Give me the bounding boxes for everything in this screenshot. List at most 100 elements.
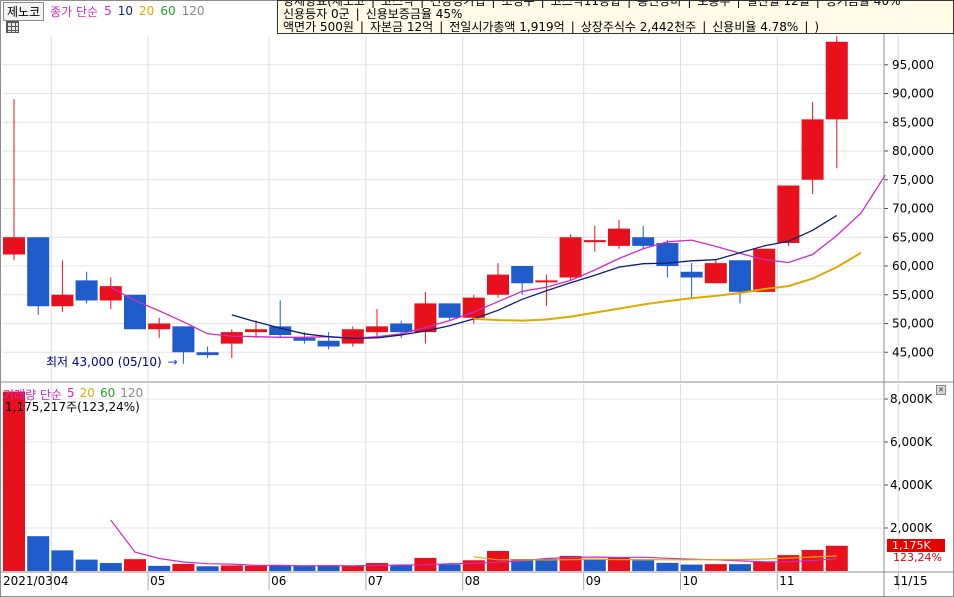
candle-body: [245, 329, 267, 333]
price-ma10-period: 10: [117, 4, 134, 18]
candle-body: [801, 119, 824, 180]
candle-body: [220, 332, 243, 344]
candle-body: [583, 240, 606, 243]
price-ma60-period: 60: [160, 4, 176, 18]
volume-bar: [680, 564, 703, 571]
candle-body: [753, 248, 776, 292]
price-tick-label: 85,000: [892, 115, 934, 129]
volume-bar: [462, 560, 485, 571]
volume-bar: [196, 566, 219, 571]
volume-bar: [583, 558, 606, 571]
info-row-3: 액면가 500원 | 자본금 12억 | 전일시가총액 1,919억 | 상장주식수 …: [283, 20, 820, 34]
price-tick-label: 50,000: [892, 317, 934, 331]
candle-body: [559, 237, 582, 278]
candle-body: [511, 266, 534, 284]
price-ma5-period: 5: [104, 4, 112, 18]
candle-body: [729, 260, 751, 292]
price-tick-label: 65,000: [892, 230, 934, 244]
panel-close-icon[interactable]: ✕: [936, 385, 946, 395]
info-item: 상장주식수 2,442천주: [580, 20, 697, 34]
candle-body: [632, 237, 655, 246]
x-tick-label: 10: [682, 574, 698, 588]
info-item: 자본금 12억: [369, 20, 434, 34]
volume-bar: [99, 563, 122, 571]
candle-body: [148, 323, 171, 330]
candle-body: [196, 352, 219, 356]
volume-bar: [317, 565, 340, 571]
x-tick-label: 2021/03: [3, 574, 53, 588]
volume-bar: [825, 545, 848, 571]
volume-bar: [487, 551, 509, 571]
volume-tick-label: 8,000K: [890, 392, 933, 406]
candle-body: [75, 280, 98, 301]
info-item: 액면가 500원: [283, 20, 354, 34]
price-tick-label: 90,000: [892, 87, 934, 101]
candle-body: [535, 280, 558, 283]
volume-bar: [148, 565, 171, 571]
volume-bar: [729, 564, 751, 571]
arrow-right-icon: →: [167, 355, 178, 369]
candle-body: [3, 237, 25, 255]
stock-info-box: 항체항표(제노코 | 코스닥 | 건강정기업 | 조정수 | 코스닥11종합 | 통신장비…: [277, 0, 954, 34]
candle-body: [293, 337, 316, 341]
price-ma-label: 종가 단순: [50, 4, 99, 19]
volume-bar: [220, 565, 243, 571]
volume-bar: [245, 565, 267, 571]
price-tick-label: 95,000: [892, 58, 934, 72]
volume-ma-line-5: [110, 519, 837, 567]
candle-body: [487, 274, 509, 295]
info-item: 증거금율 40%: [825, 0, 901, 8]
info-item: 결산월 12월: [746, 0, 810, 8]
info-item: 신용비율 4.78%: [712, 20, 799, 34]
volume-bar: [438, 564, 461, 571]
price-tick-label: 55,000: [892, 288, 934, 302]
x-tick-label: 05: [150, 574, 166, 588]
volume-tick-label: 4,000K: [890, 478, 933, 492]
candle-body: [438, 303, 461, 318]
volume-bar: [632, 560, 655, 571]
info-item: 코스닥11종합: [550, 0, 622, 8]
current-volume-pct: 123,24%: [893, 551, 942, 564]
candle-body: [825, 41, 848, 120]
volume-bar: [269, 565, 292, 571]
price-tick-label: 80,000: [892, 144, 934, 158]
price-ma20-period: 20: [139, 4, 155, 18]
volume-bar: [124, 559, 146, 571]
candle-body: [51, 294, 74, 307]
info-item: ): [814, 20, 820, 34]
volume-bar: [172, 563, 195, 571]
price-tick-label: 45,000: [892, 345, 934, 359]
volume-bar: [753, 561, 776, 571]
volume-bar: [656, 562, 679, 571]
x-tick-label: 08: [464, 574, 480, 588]
volume-bar: [51, 550, 74, 571]
volume-bar: [535, 558, 558, 571]
grid-toggle-icon[interactable]: [6, 21, 19, 33]
x-tick-label: 11: [779, 574, 795, 588]
candle-body: [680, 271, 703, 278]
price-tick-label: 60,000: [892, 259, 934, 273]
volume-bar: [366, 563, 388, 571]
price-tick-label: 75,000: [892, 173, 934, 187]
chart-canvas: 45,000 50,000 55,000 60,000 65,000 70,000 75,0…: [0, 0, 954, 597]
volume-bar: [3, 391, 25, 571]
candle-body: [704, 263, 727, 284]
stock-name-box[interactable]: 제노코: [3, 1, 45, 21]
x-tick-label: 11/15: [893, 574, 928, 588]
low-price-text: 최저 43,000 (05/10): [46, 355, 162, 369]
volume-bar: [390, 565, 413, 571]
candle-body: [608, 228, 630, 246]
low-price-marker: 최저 43,000 (05/10) →: [46, 353, 178, 370]
candle-body: [172, 326, 195, 353]
candle-body: [27, 237, 50, 307]
volume-bar: [704, 564, 727, 571]
volume-bar: [27, 536, 50, 571]
info-item: 보통주: [697, 0, 731, 8]
volume-tick-label: 6,000K: [890, 435, 933, 449]
candle-body: [390, 323, 413, 333]
price-ma120-period: 120: [181, 4, 205, 18]
candle-body: [341, 329, 364, 344]
x-tick-label: 09: [585, 574, 601, 588]
volume-bar: [341, 565, 364, 571]
candle-body: [366, 326, 388, 333]
